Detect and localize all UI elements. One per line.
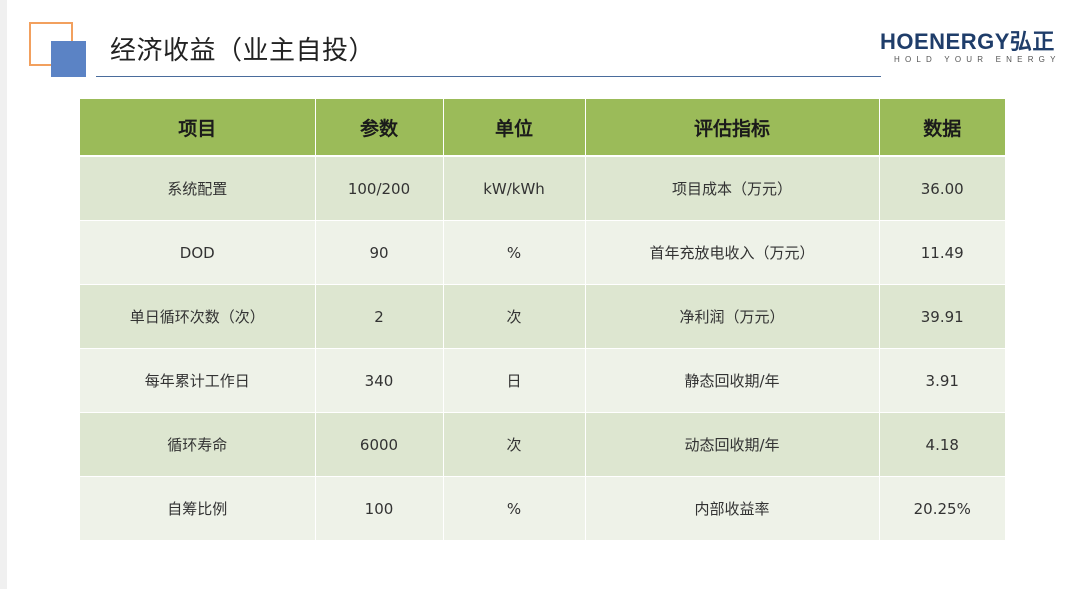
table-cell: 3.91 — [879, 348, 1005, 413]
column-header: 项目 — [80, 99, 316, 157]
column-header: 数据 — [879, 99, 1005, 157]
table-row: 循环寿命 6000 次 动态回收期/年 4.18 — [80, 412, 1005, 477]
table-cell: 静态回收期/年 — [585, 348, 880, 413]
table-row: 系统配置 100/200 kW/kWh 项目成本（万元） 36.00 — [80, 156, 1005, 221]
column-header: 参数 — [315, 99, 444, 157]
column-header: 评估指标 — [585, 99, 880, 157]
table-cell: 净利润（万元） — [585, 284, 880, 349]
logo-tagline: HOLD YOUR ENERGY — [894, 55, 1061, 64]
table-cell: 循环寿命 — [80, 412, 316, 477]
table-cell: 100 — [315, 476, 444, 541]
table-cell: DOD — [80, 220, 316, 285]
table-cell: 系统配置 — [80, 156, 316, 221]
economic-benefit-table: 项目 参数 单位 评估指标 数据 系统配置 100/200 kW/kWh 项目成… — [80, 99, 1005, 541]
table-cell: 次 — [443, 284, 586, 349]
table-cell: 6000 — [315, 412, 444, 477]
title-decoration-square — [51, 41, 86, 77]
left-edge-strip — [0, 0, 7, 589]
data-table: 项目 参数 单位 评估指标 数据 系统配置 100/200 kW/kWh 项目成… — [80, 99, 1005, 541]
brand-logo: HOENERGY弘正 HOLD YOUR ENERGY — [880, 29, 1061, 65]
table-cell: % — [443, 220, 586, 285]
table-cell: 日 — [443, 348, 586, 413]
table-cell: 39.91 — [879, 284, 1005, 349]
table-cell: 首年充放电收入（万元） — [585, 220, 880, 285]
table-row: 每年累计工作日 340 日 静态回收期/年 3.91 — [80, 348, 1005, 413]
table-row: 自筹比例 100 % 内部收益率 20.25% — [80, 476, 1005, 541]
table-cell: 90 — [315, 220, 444, 285]
table-cell: 项目成本（万元） — [585, 156, 880, 221]
table-cell: 每年累计工作日 — [80, 348, 316, 413]
table-cell: 2 — [315, 284, 444, 349]
table-row: DOD 90 % 首年充放电收入（万元） 11.49 — [80, 220, 1005, 285]
table-cell: 自筹比例 — [80, 476, 316, 541]
table-cell: 4.18 — [879, 412, 1005, 477]
table-cell: 340 — [315, 348, 444, 413]
page-title: 经济收益（业主自投） — [110, 36, 376, 66]
logo-wordmark: HOENERGY弘正 — [880, 29, 1055, 54]
column-header: 单位 — [443, 99, 586, 157]
table-cell: 36.00 — [879, 156, 1005, 221]
table-cell: 11.49 — [879, 220, 1005, 285]
table-cell: 动态回收期/年 — [585, 412, 880, 477]
table-cell: kW/kWh — [443, 156, 586, 221]
title-underline — [96, 76, 881, 77]
table-cell: 内部收益率 — [585, 476, 880, 541]
table-row: 单日循环次数（次） 2 次 净利润（万元） 39.91 — [80, 284, 1005, 349]
table-cell: 次 — [443, 412, 586, 477]
table-cell: 单日循环次数（次） — [80, 284, 316, 349]
table-cell: 20.25% — [879, 476, 1005, 541]
table-header-row: 项目 参数 单位 评估指标 数据 — [80, 99, 1005, 157]
table-cell: % — [443, 476, 586, 541]
table-cell: 100/200 — [315, 156, 444, 221]
